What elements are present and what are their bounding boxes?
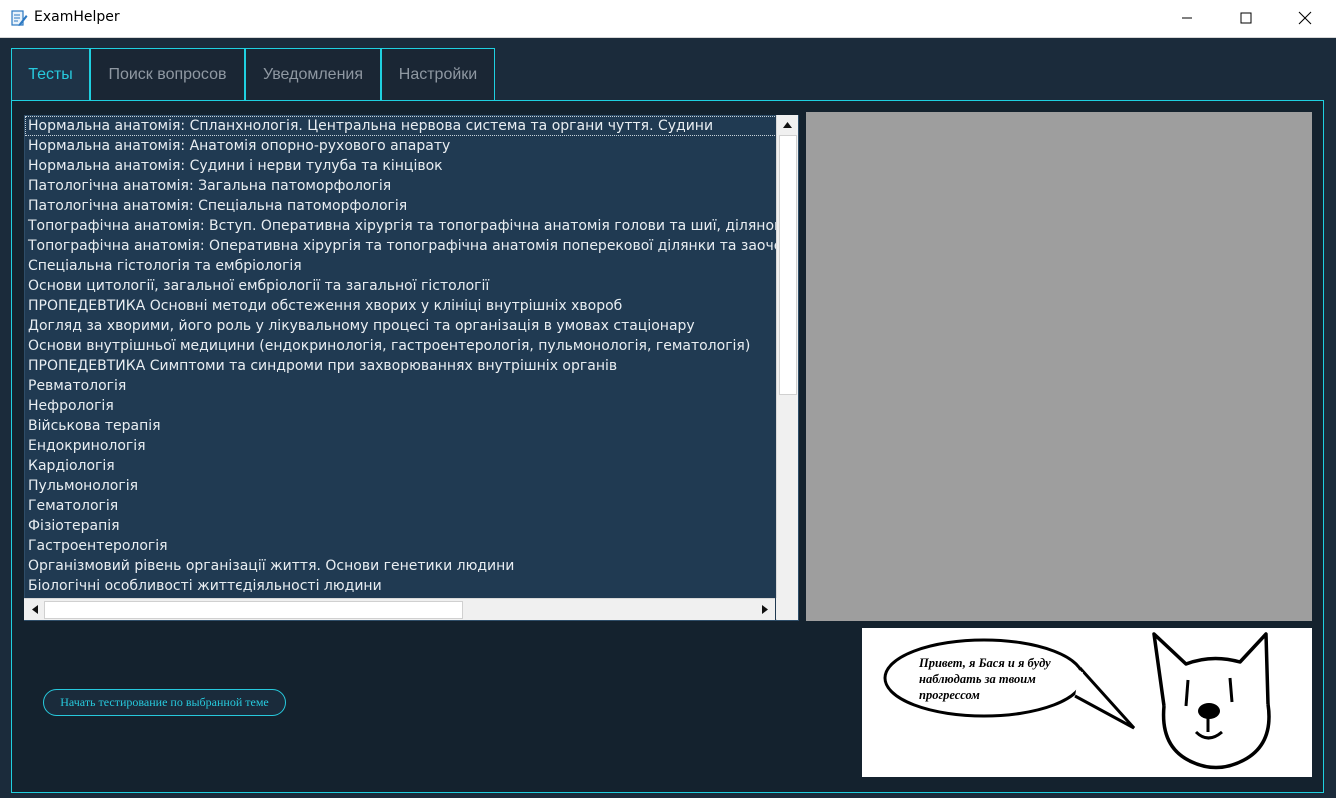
app-title: ExamHelper [34,9,120,25]
topic-list-item[interactable]: ПРОПЕДЕВТИКА Симптоми та синдроми при за… [25,356,777,376]
topic-list-item[interactable]: Топографічна анатомія: Оперативна хірург… [25,236,777,256]
topics-list[interactable]: Нормальна анатомія: Спланхнологія. Центр… [24,115,799,621]
topic-list-item[interactable]: Основи внутрішньої медицини (ендокриноло… [25,336,777,356]
topic-preview-area [806,112,1312,621]
minimize-button[interactable] [1158,0,1216,36]
minimize-icon [1182,17,1192,19]
topic-list-item[interactable]: Патологічна анатомія: Загальна патоморфо… [25,176,777,196]
scrollbar-corner [776,598,797,619]
speech-line: прогрессом [919,688,980,702]
topic-list-item[interactable]: ПРОПЕДЕВТИКА Основні методи обстеження х… [25,296,777,316]
mascot-panel: Привет, я Бася и я буду наблюдать за тво… [862,628,1312,777]
topic-list-item[interactable]: Нефрологія [25,396,777,416]
scroll-up-button[interactable] [777,116,798,134]
topics-list-items: Нормальна анатомія: Спланхнологія. Центр… [25,116,777,596]
topic-list-item[interactable]: Організмовий рівень організації життя. О… [25,556,777,576]
horizontal-scrollbar[interactable] [24,598,775,620]
notepad-pencil-icon [11,10,28,26]
cat-face-icon [1152,632,1271,770]
topic-list-item[interactable]: Кардіологія [25,456,777,476]
topic-list-item[interactable]: Біологічні особливості життєдіяльності л… [25,576,777,596]
start-test-button[interactable]: Начать тестирование по выбранной теме [43,689,286,716]
vertical-scroll-thumb[interactable] [779,135,797,395]
topic-list-item[interactable]: Спеціальна гістологія та ембріологія [25,256,777,276]
tab-notifications[interactable]: Уведомления [245,48,381,100]
tab-search-questions[interactable]: Поиск вопросов [90,48,245,100]
tab-settings[interactable]: Настройки [381,48,495,100]
topic-list-item[interactable]: Патологічна анатомія: Спеціальна патомор… [25,196,777,216]
arrow-right-icon [761,604,768,614]
speech-text: Привет, я Бася и я буду наблюдать за тво… [919,655,1079,703]
topic-list-item[interactable]: Пульмонологія [25,476,777,496]
tab-tests[interactable]: Тесты [11,48,90,101]
topic-list-item[interactable]: Ендокринологія [25,436,777,456]
topic-list-item[interactable]: Військова терапія [25,416,777,436]
topic-list-item[interactable]: Нормальна анатомія: Анатомія опорно-рухо… [25,136,777,156]
scroll-left-button[interactable] [24,600,45,618]
window-body: Тесты Поиск вопросов Уведомления Настрой… [0,38,1336,798]
topic-list-item[interactable]: Гастроентерологія [25,536,777,556]
vertical-scrollbar[interactable] [776,115,798,620]
topic-list-item[interactable]: Фізіотерапія [25,516,777,536]
maximize-button[interactable] [1217,0,1275,36]
topic-list-item[interactable]: Топографічна анатомія: Вступ. Оперативна… [25,216,777,236]
topic-list-item[interactable]: Основи цитології, загальної ембріології … [25,276,777,296]
close-button[interactable] [1276,0,1334,36]
arrow-left-icon [31,604,38,614]
scroll-right-button[interactable] [754,600,775,618]
topic-list-item[interactable]: Нормальна анатомія: Спланхнологія. Центр… [25,116,777,136]
arrow-up-icon [783,122,792,128]
topic-list-item[interactable]: Гематологія [25,496,777,516]
topic-list-item[interactable]: Нормальна анатомія: Судини і нерви тулуб… [25,156,777,176]
title-bar: ExamHelper [0,0,1336,38]
topic-list-item[interactable]: Догляд за хворими, його роль у лікувальн… [25,316,777,336]
maximize-icon [1240,12,1252,24]
speech-line: Привет, я Бася и я буду [919,656,1051,670]
topic-list-item[interactable]: Ревматологія [25,376,777,396]
speech-line: наблюдать за твоим [919,672,1036,686]
horizontal-scroll-thumb[interactable] [44,601,463,619]
close-icon [1298,11,1312,25]
